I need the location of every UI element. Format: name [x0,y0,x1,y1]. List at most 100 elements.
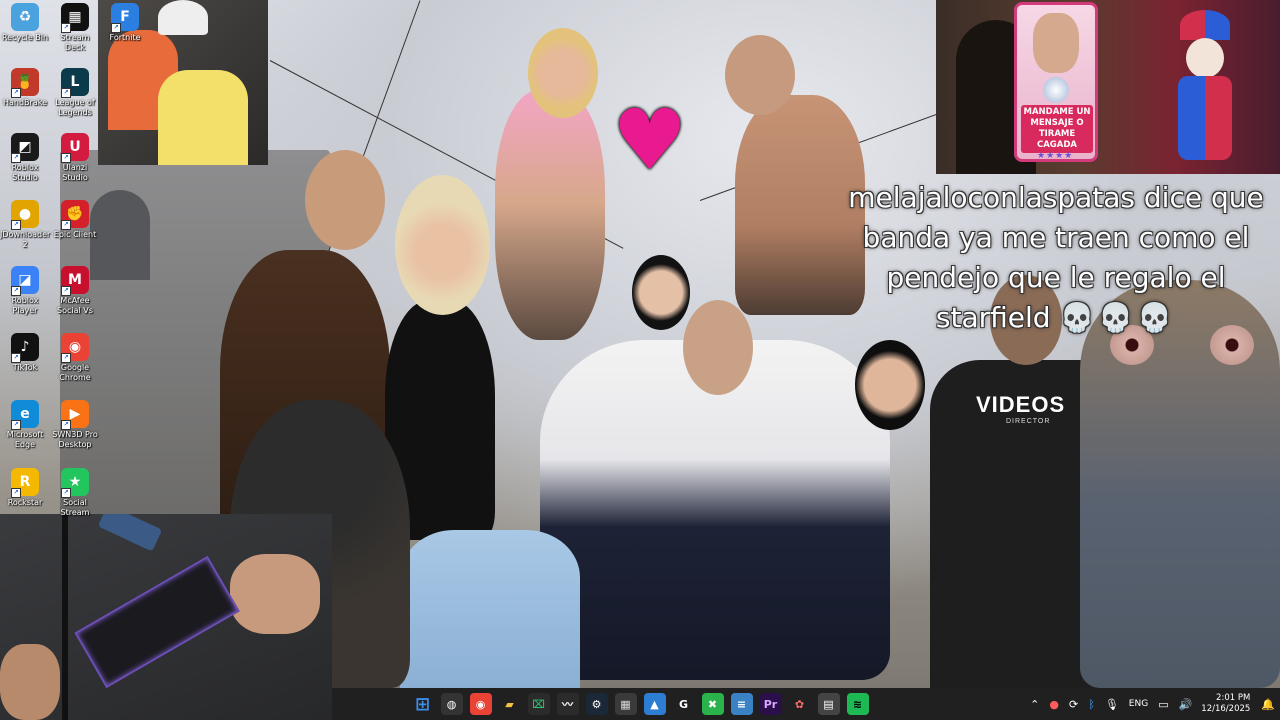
epic-client-icon: ✊ ↗ [61,200,89,230]
rockstar-icon: R ↗ [11,468,39,498]
webcam-overlay-streamer [936,0,1280,174]
edge-icon: e ↗ [11,400,39,430]
microphone-icon[interactable]: 🎙 [1105,698,1119,711]
shortcut-arrow-icon: ↗ [111,23,121,33]
desktop-icon[interactable]: ● ↗ JDownloader 2 [0,200,50,250]
shortcut-arrow-icon: ↗ [61,23,71,33]
desktop-icon[interactable]: U ↗ Ulanzi Studio [50,133,100,183]
social-stream-icon: ★ ↗ [61,468,89,498]
desktop-icon-label: Microsoft Edge [6,430,44,449]
collage-blue-fabric [400,530,580,688]
desktop-icon[interactable]: F ↗ Fortnite [100,3,150,43]
clock[interactable]: 2:01 PM 12/16/2025 [1201,693,1250,715]
desktop-icon[interactable]: ◪ ↗ Roblox Player [0,266,50,316]
desktop-icon[interactable]: 🍍 ↗ HandBrake [0,68,50,108]
collage-person-head [855,340,925,430]
desktop-icon[interactable]: ♪ ↗ TikTok [0,333,50,373]
chat-message-overlay: melajaloconlaspatas dice que banda ya me… [836,178,1276,338]
network-icon[interactable]: ▭ [1158,698,1168,711]
taskbar-photos-icon[interactable]: ▲ [643,693,666,715]
shortcut-arrow-icon: ↗ [11,353,21,363]
desktop-icon[interactable]: ✊ ↗ Epic Client [50,200,100,240]
taskbar-notepad-icon[interactable]: ≡ [730,693,753,715]
taskbar-file-explorer-icon[interactable]: ▰ [499,693,521,715]
taskbar-chrome-icon[interactable]: ◉ [469,693,492,715]
desktop-icon-label: Fortnite [109,33,141,42]
taskbar-g-hub-icon[interactable]: G [673,693,695,715]
desktop-icon-label: Epic Client [53,230,97,239]
desktop-icon[interactable]: ◉ ↗ Google Chrome [50,333,100,383]
shirt-text: VIDEOS [976,392,1066,417]
bluetooth-icon[interactable]: ᛒ [1088,698,1095,711]
alert-sticker: MANDAME UN MENSAJE O TIRAME CAGADA ★★★★ [1014,2,1098,162]
taskbar-spotify-icon[interactable]: ≋ [846,693,869,715]
taskbar-tiktok-live-icon[interactable]: 〰 [556,693,579,715]
taskbar-mixer-icon[interactable]: ▤ [817,693,840,715]
ulanzi-studio-icon: U ↗ [61,133,89,163]
chevron-up-icon[interactable]: ⌃ [1030,698,1039,711]
shortcut-arrow-icon: ↗ [61,353,71,363]
jester-character [1170,10,1240,160]
desktop-icon-label: Stream Deck [60,33,90,52]
collage-person-head [305,150,385,250]
desktop-icon-label: Ulanzi Studio [62,163,88,182]
desktop-icon-label: McAfee Social Vs [57,296,93,315]
desktop-icon[interactable]: e ↗ Microsoft Edge [0,400,50,450]
shortcut-arrow-icon: ↗ [61,88,71,98]
handbrake-icon: 🍍 ↗ [11,68,39,98]
taskbar-calculator-icon[interactable]: ▦ [614,693,637,715]
desktop-icon[interactable]: ▶ ↗ SWN3D Pro Desktop [50,400,100,450]
mic-stand [62,514,68,720]
desktop-icon-label: TikTok [12,363,38,372]
sticker-text: MANDAME UN MENSAJE O TIRAME CAGADA [1021,105,1093,153]
shortcut-arrow-icon: ↗ [11,220,21,230]
collage-alien-figure [1080,280,1280,688]
league-of-legends-icon: L ↗ [61,68,89,98]
volume-icon[interactable]: 🔊 [1179,698,1193,711]
sticker-ball [1043,77,1069,103]
skull-emoji: 💀💀💀 [1059,301,1177,334]
desktop-icon[interactable]: ▦ ↗ Stream Deck [50,3,100,53]
desktop-icon[interactable]: L ↗ League of Legends [50,68,100,118]
desktop-icon-label: Google Chrome [59,363,91,382]
phone [97,514,163,552]
taskbar-obs-icon[interactable]: ◍ [440,693,463,715]
clock-time: 2:01 PM [1216,693,1251,703]
language-indicator[interactable]: ENG [1129,699,1148,709]
desktop-icon-label: Social Stream [60,498,90,517]
hand [230,554,320,634]
tray-app-icon[interactable]: ● [1049,698,1059,711]
shortcut-arrow-icon: ↗ [61,153,71,163]
shortcut-arrow-icon: ↗ [11,153,21,163]
taskbar-stream-tool-icon[interactable]: ✿ [789,693,811,715]
desktop-icon[interactable]: M ↗ McAfee Social Vs [50,266,100,316]
collage-person-head [725,35,795,115]
shirt-subtext: DIRECTOR [1006,418,1051,425]
desktop-icon[interactable]: ♻ Recycle Bin [0,3,50,43]
desktop-icon[interactable]: R ↗ Rockstar [0,468,50,508]
sticker-face [1033,13,1079,73]
taskbar-steam-icon[interactable]: ⚙ [585,693,608,715]
notification-icon[interactable]: 🔔 [1261,698,1275,711]
collage-person-head [395,175,490,315]
jdownloader-icon: ● ↗ [11,200,39,230]
shortcut-arrow-icon: ↗ [61,488,71,498]
taskbar-premiere-pro-icon[interactable]: Pr [759,693,782,715]
desktop-icon[interactable]: ◩ ↗ Roblox Studio [0,133,50,183]
desktop-icon[interactable]: ★ ↗ Social Stream [50,468,100,518]
taskbar-xbox-icon[interactable]: ✖ [701,693,724,715]
system-tray: ⌃ ● ⟳ ᛒ 🎙 ENG ▭ 🔊 2:01 PM 12/16/2025 🔔 [1025,688,1280,720]
jester-face [1186,38,1224,78]
sync-icon[interactable]: ⟳ [1069,698,1078,711]
webcam-person [158,70,248,165]
taskbar-terminal-icon[interactable]: ⌧ [527,693,550,715]
desktop-icon-label: League of Legends [55,98,95,117]
collage-person-head [632,255,690,330]
collage-person-head [683,300,753,395]
tiktok-icon: ♪ ↗ [11,333,39,363]
taskbar-start-icon[interactable]: ⊞ [412,693,434,715]
shortcut-arrow-icon: ↗ [61,420,71,430]
chrome-icon: ◉ ↗ [61,333,89,363]
stream-deck-icon: ▦ ↗ [61,3,89,33]
shortcut-arrow-icon: ↗ [11,420,21,430]
